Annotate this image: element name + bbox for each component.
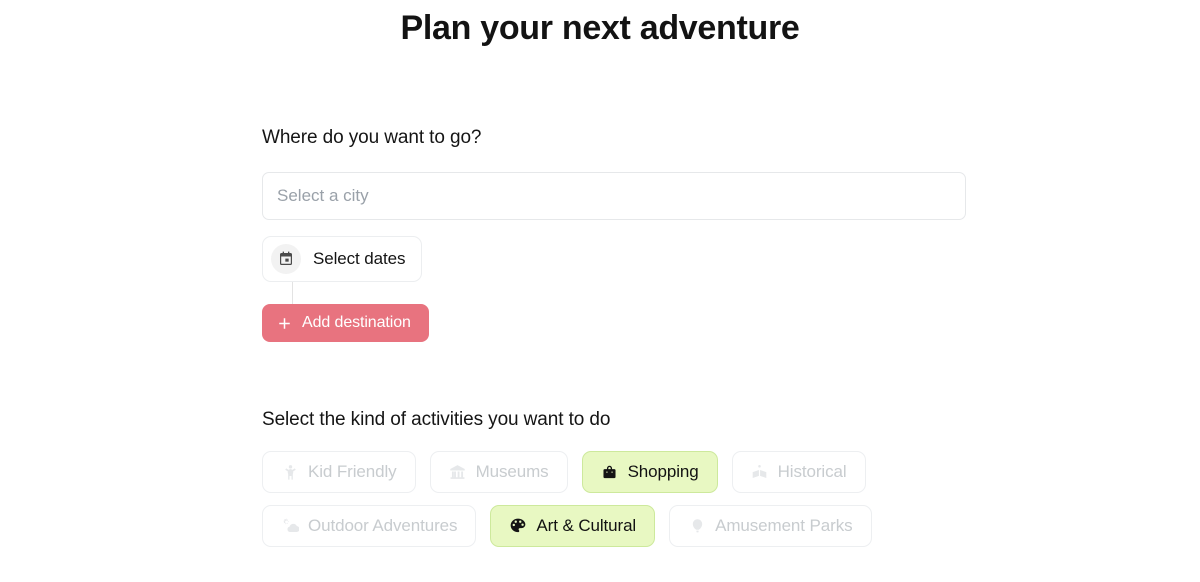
palette-icon [509,517,527,535]
trip-planner-form: Where do you want to go? Select dates Ad… [262,126,968,547]
dates-row: Select dates [262,236,968,304]
activity-chip-group: Kid Friendly Museums Shopping Historical… [262,451,974,547]
museum-icon [449,463,467,481]
shopping-bag-icon [601,463,619,481]
activity-chip-label: Historical [777,462,847,481]
activity-chip-label: Outdoor Adventures [308,516,458,535]
activity-chip-shopping[interactable]: Shopping [581,451,718,493]
activity-chip-kid-friendly[interactable]: Kid Friendly [262,451,416,493]
connector-line [292,282,293,304]
activity-chip-label: Art & Cultural [536,516,637,535]
activity-chip-label: Kid Friendly [308,462,397,481]
select-dates-label: Select dates [313,249,406,268]
child-icon [281,463,299,481]
calendar-icon [271,244,301,274]
activity-chip-label: Amusement Parks [715,516,853,535]
activity-chip-museums[interactable]: Museums [429,451,568,493]
destination-label: Where do you want to go? [262,127,482,148]
plus-icon [276,315,292,331]
select-dates-button[interactable]: Select dates [262,236,423,282]
sun-cloud-icon [281,517,299,535]
page-title: Plan your next adventure [400,9,800,47]
activity-chip-historical[interactable]: Historical [731,451,866,493]
activities-label: Select the kind of activities you want t… [262,409,611,430]
activity-chip-label: Shopping [627,462,699,481]
activity-chip-label: Museums [475,462,549,481]
city-select-input[interactable] [262,172,966,220]
balloon-icon [688,517,706,535]
add-destination-label: Add destination [302,314,411,331]
add-destination-button[interactable]: Add destination [262,304,429,342]
activity-chip-amusement-parks[interactable]: Amusement Parks [669,505,872,547]
activity-chip-art-cultural[interactable]: Art & Cultural [490,505,656,547]
open-book-icon [751,463,769,481]
activity-chip-outdoor-adventures[interactable]: Outdoor Adventures [262,505,477,547]
